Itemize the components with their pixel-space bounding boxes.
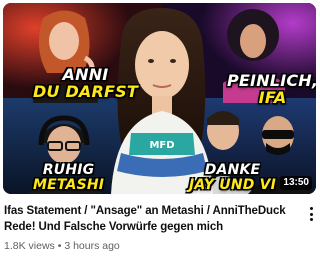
overlay-caption-2-line1: PEINLICH, [227,71,316,90]
video-title[interactable]: Ifas Statement / "Ansage" an Metashi / A… [4,203,296,235]
menu-dot [309,218,313,221]
overlay-caption-1: ANNI DU DARFST [33,67,138,100]
menu-dot [309,207,313,210]
overlay-caption-3-line1: RUHIG [42,162,95,178]
overlay-caption-2-line2: IFA [258,88,287,107]
more-vertical-icon[interactable] [305,205,317,223]
stats-separator: • [57,240,62,252]
overlay-caption-4-line2: JAY UND VI [189,177,277,193]
overlay-caption-3-line2: METASHI [33,177,105,193]
upload-age: 3 hours ago [64,240,120,252]
menu-dot [309,212,313,216]
duration-badge: 13:50 [280,176,312,190]
video-metadata: Ifas Statement / "Ansage" an Metashi / A… [4,203,296,253]
overlay-caption-3: RUHIG METASHI [33,163,104,192]
video-card[interactable]: MFD ANNI DU DARFST PEINLICH, IFA RUHIG M… [0,0,319,268]
overlay-caption-1-line2: DU DARFST [33,82,138,101]
overlay-caption-1-line1: ANNI [62,65,109,84]
video-thumbnail[interactable]: MFD ANNI DU DARFST PEINLICH, IFA RUHIG M… [3,3,316,194]
shirt-print: MFD [149,140,174,151]
overlay-caption-4-line1: DANKE [204,162,261,178]
view-count: 1.8K views [4,240,55,252]
overlay-caption-4: DANKE JAY UND VI [189,163,276,192]
overlay-caption-2: PEINLICH, IFA [227,73,316,106]
video-stats: 1.8K views • 3 hours ago [4,239,296,253]
